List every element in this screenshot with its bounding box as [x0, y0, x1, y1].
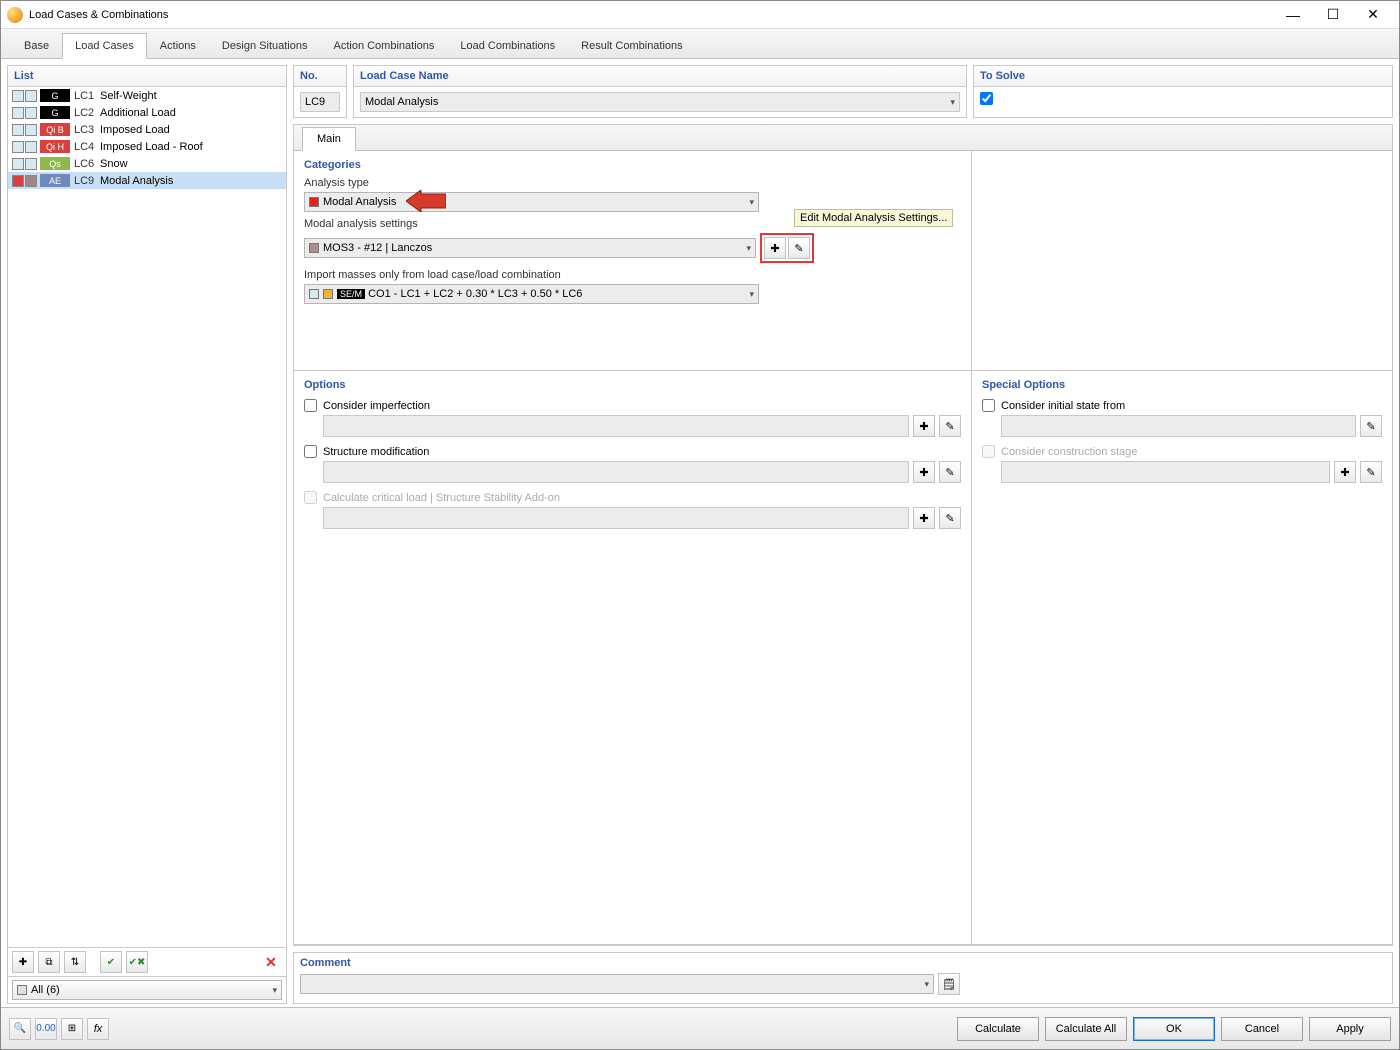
cancel-button[interactable]: Cancel	[1221, 1017, 1303, 1041]
edit-icon[interactable]: ✎	[1360, 415, 1382, 437]
sidebar-header: List	[8, 66, 286, 87]
consider-imperfection-checkbox[interactable]	[304, 399, 317, 412]
import-masses-combo[interactable]: SE/M CO1 - LC1 + LC2 + 0.30 * LC3 + 0.50…	[304, 284, 759, 304]
units-icon[interactable]: 0.00	[35, 1018, 57, 1040]
load-case-row[interactable]: AELC9Modal Analysis	[8, 172, 286, 189]
categories-pane: Categories Analysis type Modal Analysis …	[294, 151, 972, 371]
check-all-icon[interactable]: ✔	[100, 951, 122, 973]
edit-icon[interactable]: ✎	[939, 415, 961, 437]
new-icon[interactable]: ✚	[1334, 461, 1356, 483]
load-case-row[interactable]: GLC2Additional Load	[8, 104, 286, 121]
chevron-down-icon: ▾	[924, 979, 929, 990]
no-header: No.	[294, 66, 346, 87]
calculate-all-button[interactable]: Calculate All	[1045, 1017, 1127, 1041]
analysis-type-combo[interactable]: Modal Analysis ▾	[304, 192, 759, 212]
load-case-row[interactable]: Qi HLC4Imposed Load - Roof	[8, 138, 286, 155]
load-case-row[interactable]: QsLC6Snow	[8, 155, 286, 172]
delete-item-icon[interactable]: ✕	[260, 951, 282, 973]
options-title: Options	[304, 379, 961, 391]
sidebar-toolbar: ✚ ⧉ ⇅ ✔ ✔✖ ✕	[8, 947, 286, 976]
options-pane: Options Consider imperfection ✚✎ Structu…	[294, 371, 972, 945]
load-case-row[interactable]: GLC1Self-Weight	[8, 87, 286, 104]
construction-stage-field	[1001, 461, 1330, 483]
filter-text: All (6)	[31, 984, 60, 996]
help-icon[interactable]: 🔍	[9, 1018, 31, 1040]
tab-load-cases[interactable]: Load Cases	[62, 33, 147, 59]
critical-load-checkbox	[304, 491, 317, 504]
uncheck-all-icon[interactable]: ✔✖	[126, 951, 148, 973]
tab-result-combinations[interactable]: Result Combinations	[568, 33, 696, 58]
edit-icon[interactable]: ✎	[1360, 461, 1382, 483]
chevron-down-icon: ▾	[272, 985, 277, 996]
copy-item-icon[interactable]: ⧉	[38, 951, 60, 973]
categories-title: Categories	[304, 159, 961, 171]
formula-icon[interactable]: fx	[87, 1018, 109, 1040]
name-combo[interactable]: Modal Analysis▾	[360, 92, 960, 112]
sidebar-list-panel: List GLC1Self-WeightGLC2Additional LoadQ…	[7, 65, 287, 1004]
critical-load-field	[323, 507, 909, 529]
name-header: Load Case Name	[354, 66, 966, 87]
tab-load-combinations[interactable]: Load Combinations	[447, 33, 568, 58]
tab-base[interactable]: Base	[11, 33, 62, 58]
chevron-down-icon: ▾	[749, 289, 754, 300]
comment-combo[interactable]: ▾	[300, 974, 934, 994]
load-case-row[interactable]: Qi BLC3Imposed Load	[8, 121, 286, 138]
initial-state-checkbox[interactable]	[982, 399, 995, 412]
ok-button[interactable]: OK	[1133, 1017, 1215, 1041]
app-icon	[7, 7, 23, 23]
dialog-footer: 🔍 0.00 ⊞ fx Calculate Calculate All OK C…	[1, 1007, 1399, 1049]
edit-settings-icon[interactable]: ✎	[788, 237, 810, 259]
modal-settings-combo[interactable]: MOS3 - #12 | Lanczos ▾	[304, 238, 756, 258]
special-options-pane: Special Options Consider initial state f…	[972, 371, 1392, 945]
window-title: Load Cases & Combinations	[29, 9, 1273, 21]
maximize-button[interactable]: ☐	[1313, 1, 1353, 29]
minimize-button[interactable]: —	[1273, 1, 1313, 29]
tree-icon[interactable]: ⊞	[61, 1018, 83, 1040]
to-solve-checkbox[interactable]	[980, 92, 993, 105]
no-value[interactable]: LC9	[300, 92, 340, 112]
analysis-type-label: Analysis type	[304, 177, 961, 189]
chevron-down-icon: ▾	[749, 197, 754, 208]
import-masses-label: Import masses only from load case/load c…	[304, 269, 961, 281]
sub-tab-main[interactable]: Main	[302, 127, 356, 151]
chevron-down-icon: ▾	[950, 97, 955, 108]
sidebar-filter: All (6) ▾	[8, 976, 286, 1003]
solve-header: To Solve	[974, 66, 1392, 87]
settings-buttons-highlight: ✚ ✎	[760, 233, 814, 263]
tab-action-combinations[interactable]: Action Combinations	[320, 33, 447, 58]
comment-edit-icon[interactable]: 🗒	[938, 973, 960, 995]
chevron-down-icon: ▾	[746, 243, 751, 254]
comment-title: Comment	[300, 953, 960, 973]
initial-state-field	[1001, 415, 1356, 437]
new-icon[interactable]: ✚	[913, 507, 935, 529]
load-case-list[interactable]: GLC1Self-WeightGLC2Additional LoadQi BLC…	[8, 87, 286, 947]
tab-design-situations[interactable]: Design Situations	[209, 33, 321, 58]
new-settings-icon[interactable]: ✚	[764, 237, 786, 259]
title-bar: Load Cases & Combinations — ☐ ✕	[1, 1, 1399, 29]
apply-button[interactable]: Apply	[1309, 1017, 1391, 1041]
close-button[interactable]: ✕	[1353, 1, 1393, 29]
calculate-button[interactable]: Calculate	[957, 1017, 1039, 1041]
new-icon[interactable]: ✚	[913, 461, 935, 483]
special-title: Special Options	[982, 379, 1382, 391]
construction-stage-checkbox	[982, 445, 995, 458]
callout-arrow-icon	[406, 190, 446, 212]
imperfection-field	[323, 415, 909, 437]
structure-modification-checkbox[interactable]	[304, 445, 317, 458]
tooltip: Edit Modal Analysis Settings...	[794, 209, 953, 227]
main-tabstrip: Base Load Cases Actions Design Situation…	[1, 29, 1399, 59]
sort-icon[interactable]: ⇅	[64, 951, 86, 973]
tab-actions[interactable]: Actions	[147, 33, 209, 58]
new-icon[interactable]: ✚	[913, 415, 935, 437]
structure-mod-field	[323, 461, 909, 483]
edit-icon[interactable]: ✎	[939, 461, 961, 483]
filter-combo[interactable]: All (6) ▾	[12, 980, 282, 1000]
new-item-icon[interactable]: ✚	[12, 951, 34, 973]
edit-icon[interactable]: ✎	[939, 507, 961, 529]
blank-pane	[972, 151, 1392, 371]
